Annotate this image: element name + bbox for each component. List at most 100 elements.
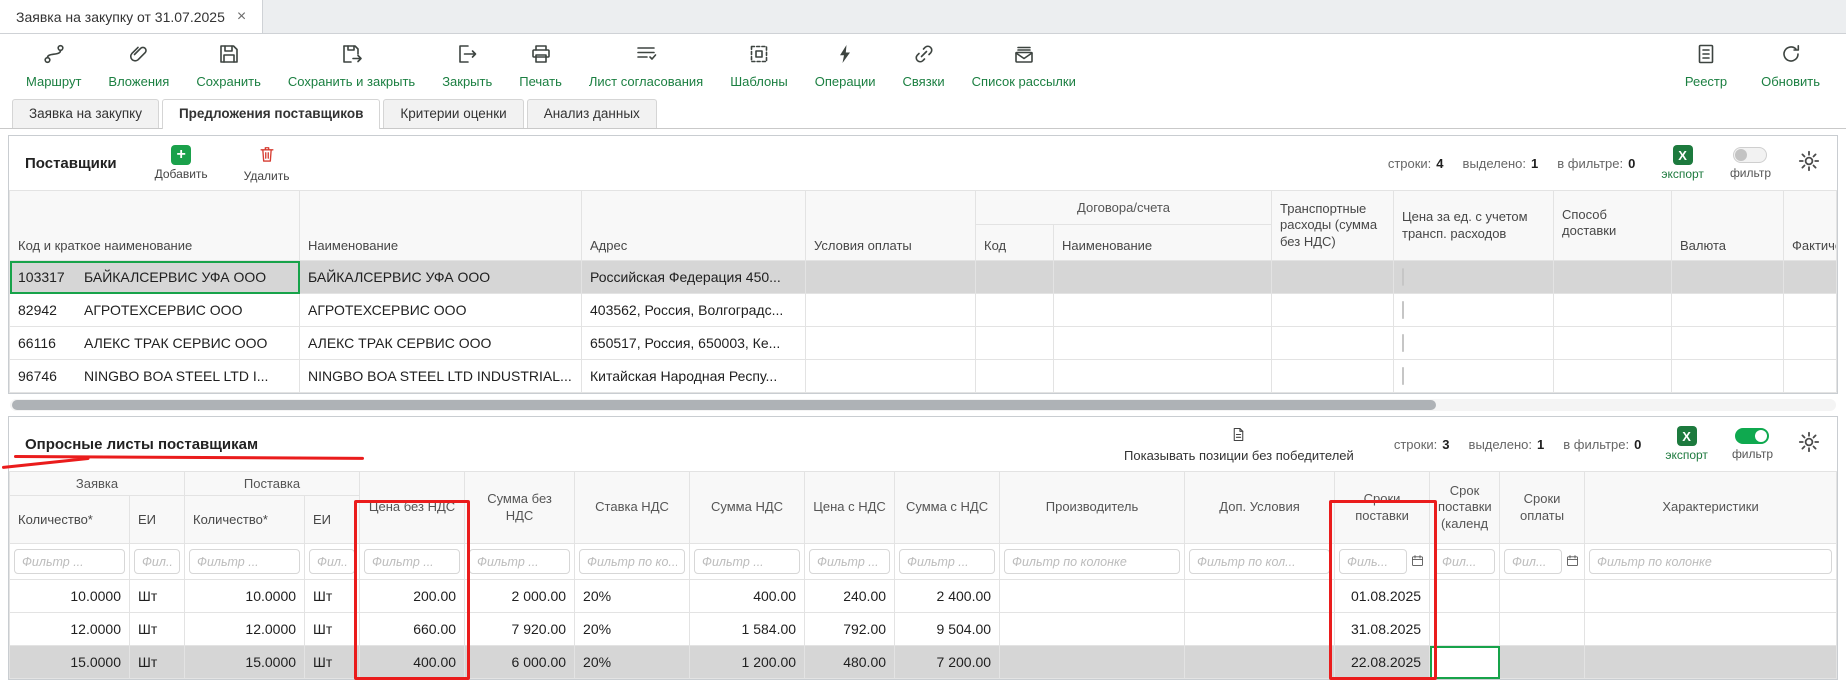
col-header-ei-supply[interactable]: ЕИ bbox=[305, 496, 360, 544]
filter-input-ei-supply[interactable] bbox=[309, 549, 355, 574]
cell-characteristics[interactable] bbox=[1585, 646, 1837, 679]
cell-actual[interactable] bbox=[1784, 327, 1837, 360]
cell-sum-no-vat[interactable]: 2 000.00 bbox=[465, 580, 575, 613]
cell-name[interactable]: БАЙКАЛСЕРВИС УФА ООО bbox=[300, 261, 582, 294]
cell-ei-supply[interactable]: Шт bbox=[305, 646, 360, 679]
save-and-close-button[interactable]: Сохранить и закрыть bbox=[288, 42, 415, 89]
cell-vat-rate[interactable]: 20% bbox=[575, 646, 690, 679]
cell-delivery-dates[interactable]: 31.08.2025 bbox=[1335, 613, 1430, 646]
print-button[interactable]: Печать bbox=[519, 42, 562, 89]
filter-input-characteristics[interactable] bbox=[1589, 549, 1832, 574]
col-header-vat-rate[interactable]: Ставка НДС bbox=[575, 472, 690, 544]
col-header-code-name[interactable]: Код и краткое наименование bbox=[10, 191, 300, 261]
cell-contract-name[interactable] bbox=[1054, 294, 1272, 327]
cell-ei-request[interactable]: Шт bbox=[130, 646, 185, 679]
col-header-price-no-vat[interactable]: Цена без НДС bbox=[360, 472, 465, 544]
refresh-button[interactable]: Обновить bbox=[1761, 42, 1820, 89]
cell-qty-request[interactable]: 12.0000 bbox=[10, 613, 130, 646]
cell-qty-supply[interactable]: 12.0000 bbox=[185, 613, 305, 646]
questionnaire-settings-button[interactable] bbox=[1797, 430, 1821, 459]
horizontal-scrollbar[interactable] bbox=[10, 399, 1836, 411]
sheet-row[interactable]: 12.0000 Шт 12.0000 Шт 660.00 7 920.00 20… bbox=[10, 613, 1837, 646]
scrollbar-thumb[interactable] bbox=[12, 400, 1436, 410]
cell-vat-rate[interactable]: 20% bbox=[575, 580, 690, 613]
col-header-delivery-days[interactable]: Срок поставки (календ bbox=[1430, 472, 1500, 544]
cell-unit-price-flag[interactable] bbox=[1394, 261, 1554, 294]
cell-price-no-vat[interactable]: 660.00 bbox=[360, 613, 465, 646]
links-button[interactable]: Связки bbox=[903, 42, 945, 89]
filter-input-vat-sum[interactable] bbox=[694, 549, 800, 574]
cell-characteristics[interactable] bbox=[1585, 613, 1837, 646]
cell-contract-name[interactable] bbox=[1054, 261, 1272, 294]
supplier-row[interactable]: 82942АГРОТЕХСЕРВИС ООО АГРОТЕХСЕРВИС ООО… bbox=[10, 294, 1837, 327]
cell-manufacturer[interactable] bbox=[1000, 580, 1185, 613]
cell-add-conditions[interactable] bbox=[1185, 580, 1335, 613]
calendar-icon[interactable] bbox=[1410, 553, 1425, 571]
cell-transport-costs[interactable] bbox=[1272, 261, 1394, 294]
filter-input-qty-request[interactable] bbox=[14, 549, 125, 574]
cell-payment-dates[interactable] bbox=[1500, 646, 1585, 679]
save-button[interactable]: Сохранить bbox=[196, 42, 261, 89]
cell-delivery-days[interactable] bbox=[1430, 613, 1500, 646]
cell-sum-with-vat[interactable]: 9 504.00 bbox=[895, 613, 1000, 646]
add-supplier-button[interactable]: + Добавить bbox=[155, 145, 208, 181]
filter-input-delivery-dates[interactable] bbox=[1339, 549, 1407, 574]
cell-payment-terms[interactable] bbox=[806, 360, 976, 393]
col-header-characteristics[interactable]: Характеристики bbox=[1585, 472, 1837, 544]
col-header-qty-request[interactable]: Количество* bbox=[10, 496, 130, 544]
show-positions-button[interactable]: Показывать позиции без победителей bbox=[1124, 426, 1354, 463]
filter-input-delivery-days[interactable] bbox=[1434, 549, 1495, 574]
col-header-add-conditions[interactable]: Доп. Условия bbox=[1185, 472, 1335, 544]
col-header-sum-no-vat[interactable]: Сумма без НДС bbox=[465, 472, 575, 544]
cell-vat-sum[interactable]: 1 584.00 bbox=[690, 613, 805, 646]
cell-contract-name[interactable] bbox=[1054, 360, 1272, 393]
transport-price-checkbox[interactable] bbox=[1402, 301, 1404, 319]
col-header-unit-price[interactable]: Цена за ед. с учетом трансп. расходов bbox=[1394, 191, 1554, 261]
supplier-row[interactable]: 103317БАЙКАЛСЕРВИС УФА ООО БАЙКАЛСЕРВИС … bbox=[10, 261, 1837, 294]
templates-button[interactable]: Шаблоны bbox=[730, 42, 788, 89]
close-tab-icon[interactable]: × bbox=[237, 9, 246, 25]
cell-payment-terms[interactable] bbox=[806, 261, 976, 294]
cell-contract-code[interactable] bbox=[976, 294, 1054, 327]
cell-currency[interactable] bbox=[1672, 294, 1784, 327]
col-header-sum-with-vat[interactable]: Сумма с НДС bbox=[895, 472, 1000, 544]
cell-manufacturer[interactable] bbox=[1000, 613, 1185, 646]
cell-delivery-days[interactable] bbox=[1430, 580, 1500, 613]
cell-ei-request[interactable]: Шт bbox=[130, 613, 185, 646]
tab-evaluation-criteria[interactable]: Критерии оценки bbox=[383, 99, 523, 128]
cell-delivery-dates[interactable]: 01.08.2025 bbox=[1335, 580, 1430, 613]
cell-qty-supply[interactable]: 15.0000 bbox=[185, 646, 305, 679]
cell-delivery-dates[interactable]: 22.08.2025 bbox=[1335, 646, 1430, 679]
cell-characteristics[interactable] bbox=[1585, 580, 1837, 613]
cell-delivery-days[interactable] bbox=[1430, 646, 1500, 679]
filter-input-payment-dates[interactable] bbox=[1504, 549, 1562, 574]
cell-address[interactable]: Китайская Народная Респу... bbox=[582, 360, 806, 393]
cell-code-name[interactable]: 66116АЛЕКС ТРАК СЕРВИС ООО bbox=[10, 327, 300, 360]
cell-delivery-method[interactable] bbox=[1554, 327, 1672, 360]
col-header-ei-request[interactable]: ЕИ bbox=[130, 496, 185, 544]
supplier-row[interactable]: 96746NINGBO BOA STEEL LTD I... NINGBO BO… bbox=[10, 360, 1837, 393]
cell-name[interactable]: АЛЕКС ТРАК СЕРВИС ООО bbox=[300, 327, 582, 360]
mailing-list-button[interactable]: Список рассылки bbox=[972, 42, 1076, 89]
cell-qty-request[interactable]: 10.0000 bbox=[10, 580, 130, 613]
cell-contract-code[interactable] bbox=[976, 360, 1054, 393]
cell-transport-costs[interactable] bbox=[1272, 360, 1394, 393]
cell-unit-price-flag[interactable] bbox=[1394, 327, 1554, 360]
col-header-transport-costs[interactable]: Транспортные расходы (сумма без НДС) bbox=[1272, 191, 1394, 261]
supplier-row[interactable]: 66116АЛЕКС ТРАК СЕРВИС ООО АЛЕКС ТРАК СЕ… bbox=[10, 327, 1837, 360]
transport-price-checkbox[interactable] bbox=[1402, 268, 1404, 286]
cell-ei-supply[interactable]: Шт bbox=[305, 580, 360, 613]
sheet-row[interactable]: 15.0000 Шт 15.0000 Шт 400.00 6 000.00 20… bbox=[10, 646, 1837, 679]
delete-supplier-button[interactable]: Удалить bbox=[244, 144, 290, 183]
transport-price-checkbox[interactable] bbox=[1402, 367, 1404, 385]
approval-sheet-button[interactable]: Лист согласования bbox=[589, 42, 703, 89]
cell-price-no-vat[interactable]: 200.00 bbox=[360, 580, 465, 613]
cell-price-no-vat[interactable]: 400.00 bbox=[360, 646, 465, 679]
col-header-delivery-dates[interactable]: Сроки поставки bbox=[1335, 472, 1430, 544]
cell-currency[interactable] bbox=[1672, 360, 1784, 393]
cell-sum-with-vat[interactable]: 7 200.00 bbox=[895, 646, 1000, 679]
cell-sum-with-vat[interactable]: 2 400.00 bbox=[895, 580, 1000, 613]
cell-actual[interactable] bbox=[1784, 360, 1837, 393]
cell-address[interactable]: 403562, Россия, Волгоградс... bbox=[582, 294, 806, 327]
suppliers-settings-button[interactable] bbox=[1797, 149, 1821, 178]
